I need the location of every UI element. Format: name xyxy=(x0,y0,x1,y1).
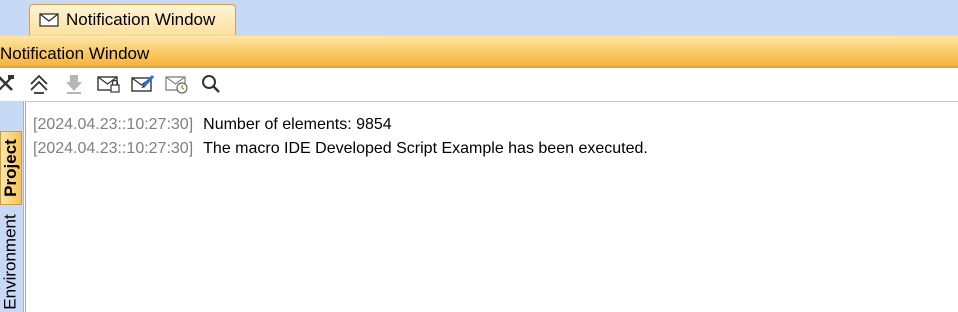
mail-edit-button[interactable] xyxy=(131,72,155,96)
tab-project-label: Project xyxy=(1,139,21,197)
tools-icon xyxy=(0,75,14,91)
go-down-icon xyxy=(66,75,82,94)
tab-label: Notification Window xyxy=(66,10,216,29)
tab-project[interactable]: Project xyxy=(0,131,22,205)
side-tabs: Project Environment xyxy=(0,101,24,312)
go-up-button[interactable] xyxy=(27,72,51,96)
log-timestamp: [2024.04.23::10:27:30] xyxy=(33,140,194,157)
envelope-icon xyxy=(39,13,59,27)
window-title-bar: Notification Window xyxy=(0,36,958,68)
toolbar xyxy=(0,68,958,101)
mail-lock-icon xyxy=(97,76,120,93)
go-down-button[interactable] xyxy=(62,72,86,96)
notification-log[interactable]: [2024.04.23::10:27:30] Number of elements… xyxy=(25,101,958,312)
log-message: Number of elements: 9854 xyxy=(203,116,392,133)
log-entry: [2024.04.23::10:27:30] The macro IDE Deve… xyxy=(33,140,648,158)
window-title: Notification Window xyxy=(0,44,150,63)
mail-lock-button[interactable] xyxy=(97,72,121,96)
mail-edit-icon xyxy=(131,74,155,92)
tools-button[interactable] xyxy=(0,72,18,96)
search-icon xyxy=(202,75,220,93)
search-button[interactable] xyxy=(199,72,223,96)
mail-clock-button[interactable] xyxy=(165,72,189,96)
tab-environment[interactable]: Environment xyxy=(0,211,22,312)
tab-environment-label: Environment xyxy=(1,213,20,310)
log-timestamp: [2024.04.23::10:27:30] xyxy=(33,116,194,133)
go-up-icon xyxy=(30,74,48,94)
log-message: The macro IDE Developed Script Example h… xyxy=(203,140,648,157)
tab-notification-window[interactable]: Notification Window xyxy=(29,4,236,35)
tab-strip: Notification Window xyxy=(0,0,958,37)
mail-clock-icon xyxy=(165,76,188,94)
log-entry: [2024.04.23::10:27:30] Number of elements… xyxy=(33,116,392,134)
